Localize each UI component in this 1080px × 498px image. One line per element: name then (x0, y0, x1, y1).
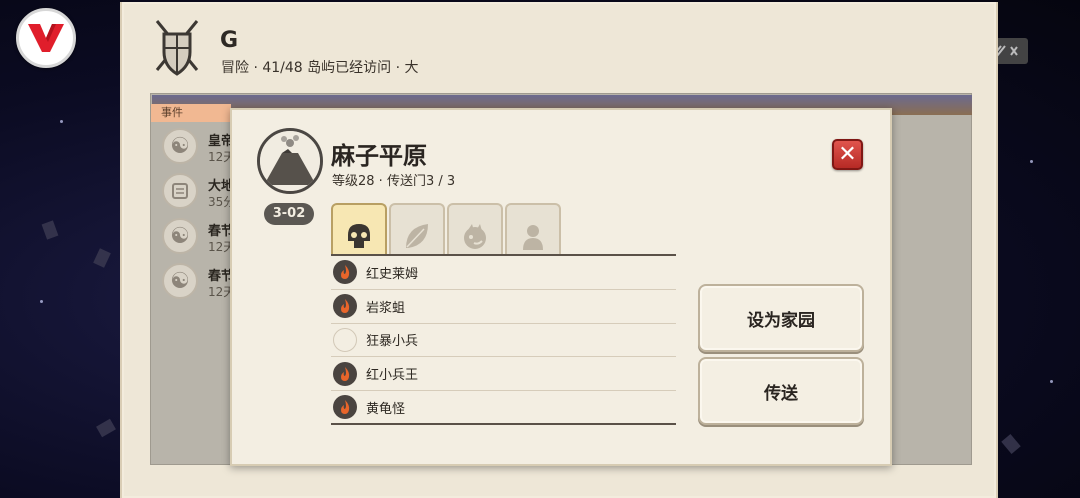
debris-shard (1001, 434, 1021, 454)
teleport-button[interactable]: 传送 (698, 357, 864, 425)
tab-monsters[interactable] (331, 203, 387, 255)
fire-icon (333, 395, 357, 420)
yin-yang-icon: ☯ (162, 263, 198, 299)
yin-yang-icon: ☯ (162, 128, 198, 164)
v-logo-icon (28, 24, 64, 52)
skull-icon (348, 224, 370, 248)
volcano-icon (260, 131, 320, 191)
list-item[interactable]: 红小兵王 (331, 357, 676, 392)
yin-yang-icon: ☯ (162, 218, 198, 254)
list-item[interactable]: 红史莱姆 (331, 256, 676, 290)
crossed-swords-shield-icon (152, 18, 202, 80)
star (60, 120, 63, 123)
leaf-icon (406, 224, 428, 248)
fire-icon (333, 260, 357, 285)
star (1030, 160, 1033, 163)
empty-element-icon (333, 327, 357, 352)
events-tab[interactable]: 事件 (151, 104, 231, 122)
set-home-button[interactable]: 设为家园 (698, 284, 864, 352)
monster-name: 黄龟怪 (366, 401, 406, 417)
category-tabs (331, 203, 561, 255)
island-avatar (257, 128, 323, 194)
tab-resources[interactable] (389, 203, 445, 255)
island-name: 麻子平原 (331, 142, 427, 170)
list-item[interactable]: 岩浆蛆 (331, 290, 676, 324)
tab-pets[interactable] (447, 203, 503, 255)
debris-shard (93, 248, 111, 268)
list-item[interactable]: 黄龟怪 (331, 391, 676, 425)
scroll-icon (162, 173, 198, 209)
monster-name: 红小兵王 (366, 368, 419, 384)
person-icon (523, 225, 543, 250)
tab-npc[interactable] (505, 203, 561, 255)
island-code-badge: 3-02 (264, 203, 314, 225)
island-meta: 等级28 · 传送门3 / 3 (332, 174, 456, 189)
monster-list: 红史莱姆 岩浆蛆 狂暴小兵 红小兵王 黄龟怪 (331, 256, 676, 425)
close-icon: ✕ (838, 142, 857, 167)
monster-name: 狂暴小兵 (366, 334, 419, 350)
guild-meta: 冒险 · 41/48 岛屿已经访问 · 大 (221, 60, 419, 76)
close-button[interactable]: ✕ (832, 139, 863, 170)
app-logo[interactable] (16, 8, 76, 68)
fire-icon (333, 361, 357, 386)
debris-shard (41, 220, 59, 240)
fire-icon (333, 294, 357, 319)
star (40, 300, 43, 303)
star (1050, 380, 1053, 383)
guild-name: G (220, 28, 239, 53)
debris-shard (96, 418, 116, 438)
monster-name: 岩浆蛆 (366, 300, 406, 316)
dragon-icon (464, 224, 486, 249)
monster-name: 红史莱姆 (366, 266, 419, 282)
list-item[interactable]: 狂暴小兵 (331, 324, 676, 358)
